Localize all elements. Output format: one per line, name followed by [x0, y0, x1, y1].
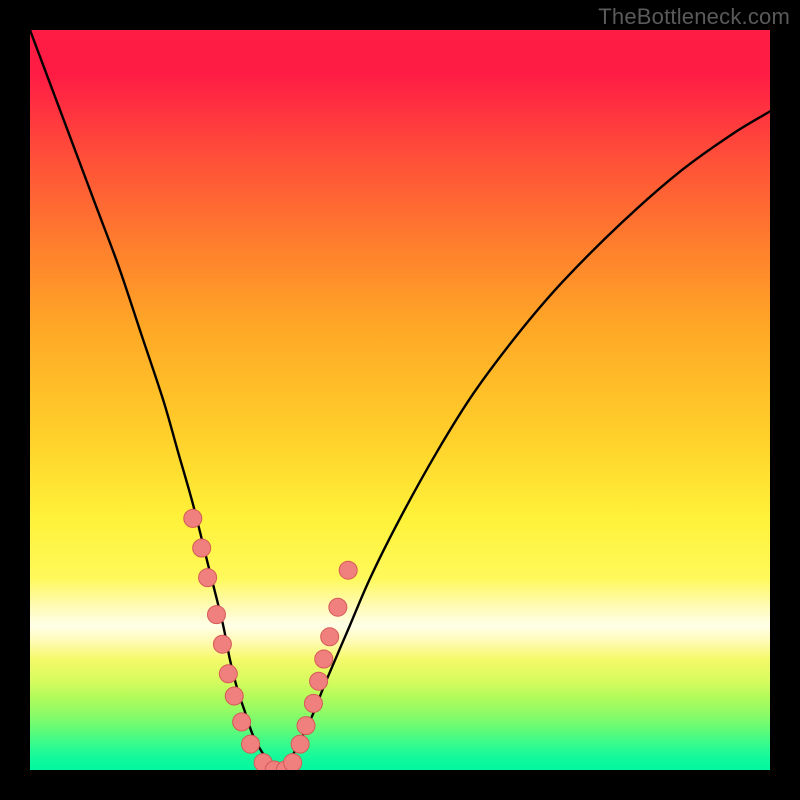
data-marker	[213, 635, 231, 653]
data-marker	[339, 561, 357, 579]
data-marker	[297, 717, 315, 735]
data-marker	[225, 687, 243, 705]
data-marker	[233, 713, 251, 731]
data-marker	[315, 650, 333, 668]
data-marker	[242, 735, 260, 753]
data-marker	[310, 672, 328, 690]
chart-frame: TheBottleneck.com	[0, 0, 800, 800]
data-marker	[291, 735, 309, 753]
data-marker	[193, 539, 211, 557]
data-marker	[207, 606, 225, 624]
watermark-text: TheBottleneck.com	[598, 4, 790, 30]
data-marker	[321, 628, 339, 646]
chart-svg	[30, 30, 770, 770]
data-marker	[184, 509, 202, 527]
bottleneck-curve	[30, 30, 770, 770]
marker-group	[184, 509, 357, 770]
data-marker	[304, 694, 322, 712]
data-marker	[199, 569, 217, 587]
data-marker	[219, 665, 237, 683]
data-marker	[284, 754, 302, 770]
data-marker	[329, 598, 347, 616]
plot-area	[30, 30, 770, 770]
